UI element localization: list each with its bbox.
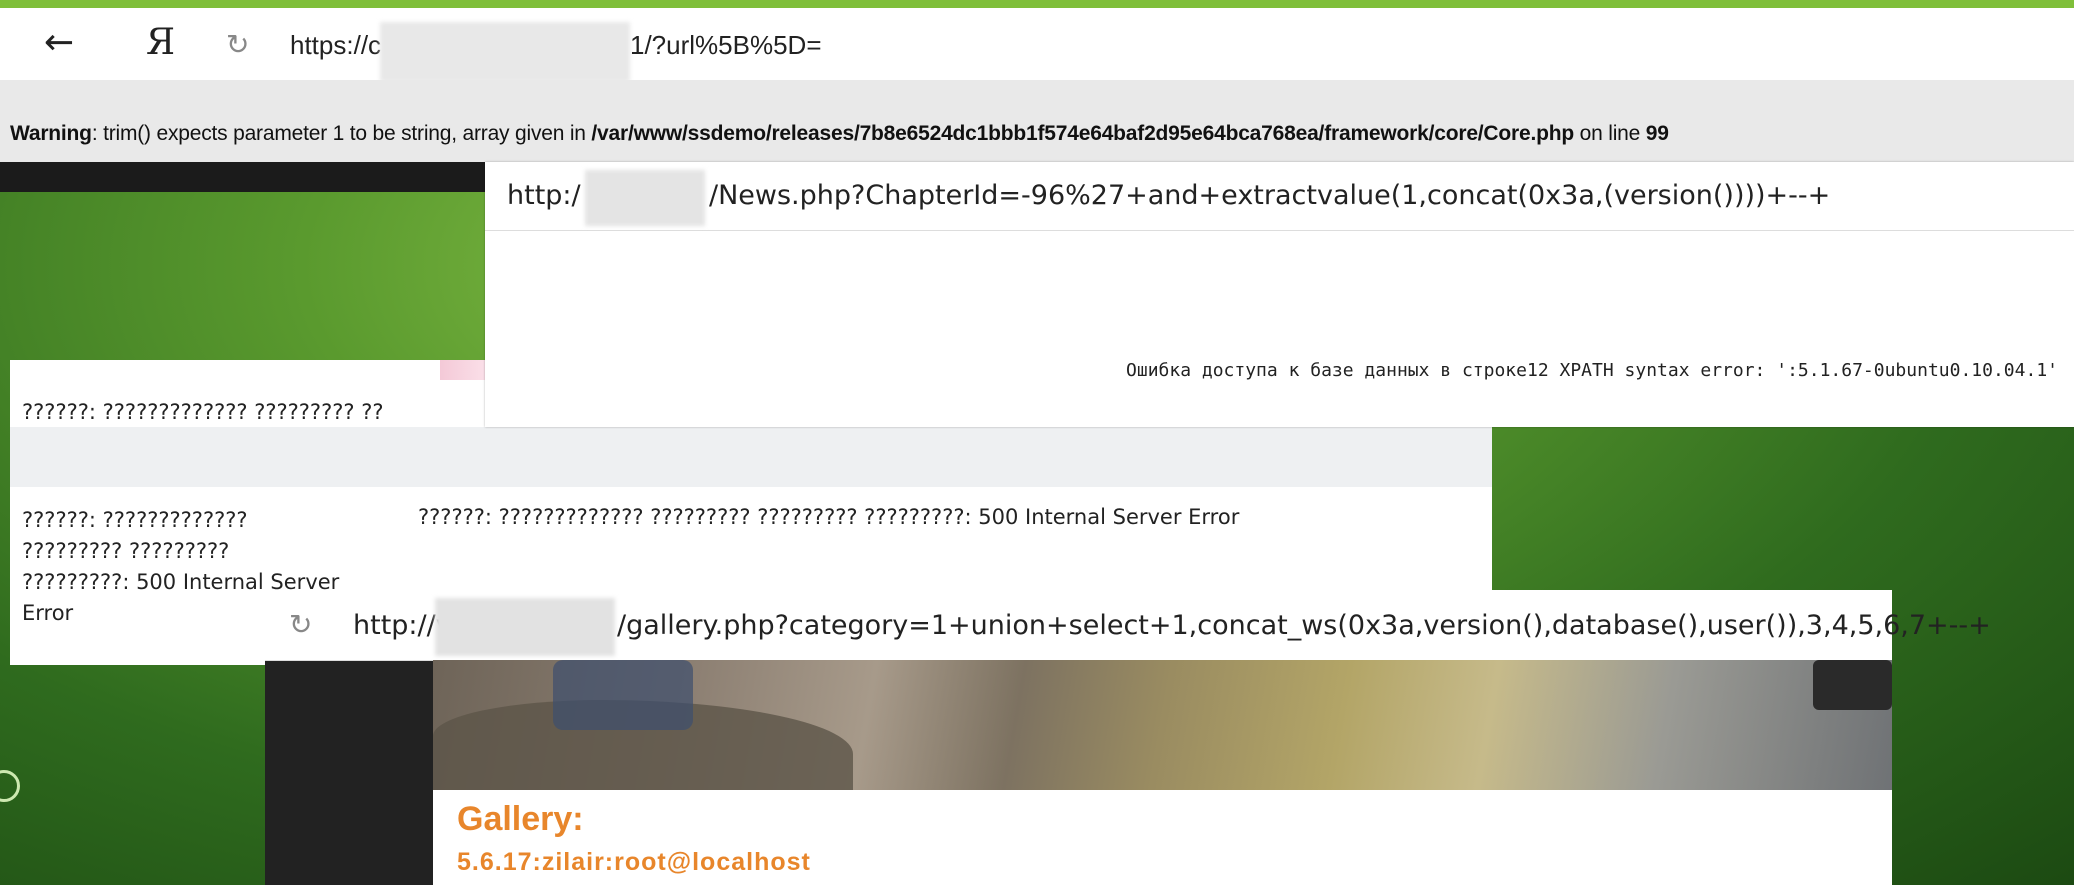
php-warning-panel: Warning: trim() expects parameter 1 to b… bbox=[0, 80, 2074, 162]
url-redaction-blur bbox=[585, 170, 705, 226]
leaked-version-line: 5.6.17:zilair:root@localhost bbox=[457, 848, 811, 876]
xpath-injection-screenshot: http:/ /News.php?ChapterId=-96%27+and+ex… bbox=[485, 162, 2074, 427]
warning-line-number: 99 bbox=[1645, 122, 1669, 145]
yandex-logo-icon[interactable]: Я bbox=[146, 22, 175, 63]
warning-message: : trim() expects parameter 1 to be strin… bbox=[91, 122, 592, 145]
url-suffix[interactable]: 1/?url%5B%5D= bbox=[630, 30, 822, 61]
warning-on-line: on line bbox=[1574, 122, 1646, 145]
error-column-right: ??????: ????????????? ????????? ????????… bbox=[418, 505, 1240, 529]
warning-path: /var/www/ssdemo/releases/7b8e6524dc1bbb1… bbox=[591, 122, 1574, 145]
url-suffix[interactable]: /gallery.php?category=1+union+select+1,c… bbox=[617, 610, 1991, 641]
database-error-message: Ошибка доступа к базе данных в строке12 … bbox=[1126, 360, 2058, 381]
gallery-header-photo bbox=[433, 660, 1892, 790]
reload-icon[interactable]: ↻ bbox=[289, 608, 312, 641]
url-prefix[interactable]: http:/ bbox=[507, 180, 581, 211]
gallery-union-screenshot: ↻ http://v /gallery.php?category=1+union… bbox=[265, 590, 1991, 885]
dark-page-strip bbox=[0, 162, 485, 192]
browser-address-bar-1: ← Я ↻ https://c 1/?url%5B%5D= bbox=[0, 8, 2074, 82]
php-warning-text: Warning: trim() expects parameter 1 to b… bbox=[10, 122, 1669, 146]
question-mark-heading: ??????: ????????????? ????????? ?? bbox=[22, 400, 384, 424]
gray-band bbox=[10, 427, 1492, 487]
gallery-title: Gallery: bbox=[457, 800, 584, 838]
browser-address-bar-2: http:/ /News.php?ChapterId=-96%27+and+ex… bbox=[485, 162, 2074, 231]
url-redaction-blur bbox=[435, 598, 615, 656]
url-prefix[interactable]: https://c bbox=[290, 30, 381, 61]
warning-label: Warning bbox=[10, 122, 92, 145]
slide-top-accent bbox=[0, 0, 2074, 8]
car-shape bbox=[1813, 660, 1892, 710]
back-arrow-icon[interactable]: ← bbox=[44, 22, 74, 63]
decorative-circle-icon bbox=[0, 770, 20, 802]
reload-icon[interactable]: ↻ bbox=[226, 28, 249, 61]
gallery-content: Gallery: 5.6.17:zilair:root@localhost bbox=[433, 790, 1892, 885]
url-suffix[interactable]: /News.php?ChapterId=-96%27+and+extractva… bbox=[709, 180, 1830, 211]
url-redaction-blur bbox=[380, 22, 630, 82]
person-legs-shape bbox=[553, 660, 693, 730]
browser-address-bar-3: ↻ http://v /gallery.php?category=1+union… bbox=[265, 590, 1991, 661]
